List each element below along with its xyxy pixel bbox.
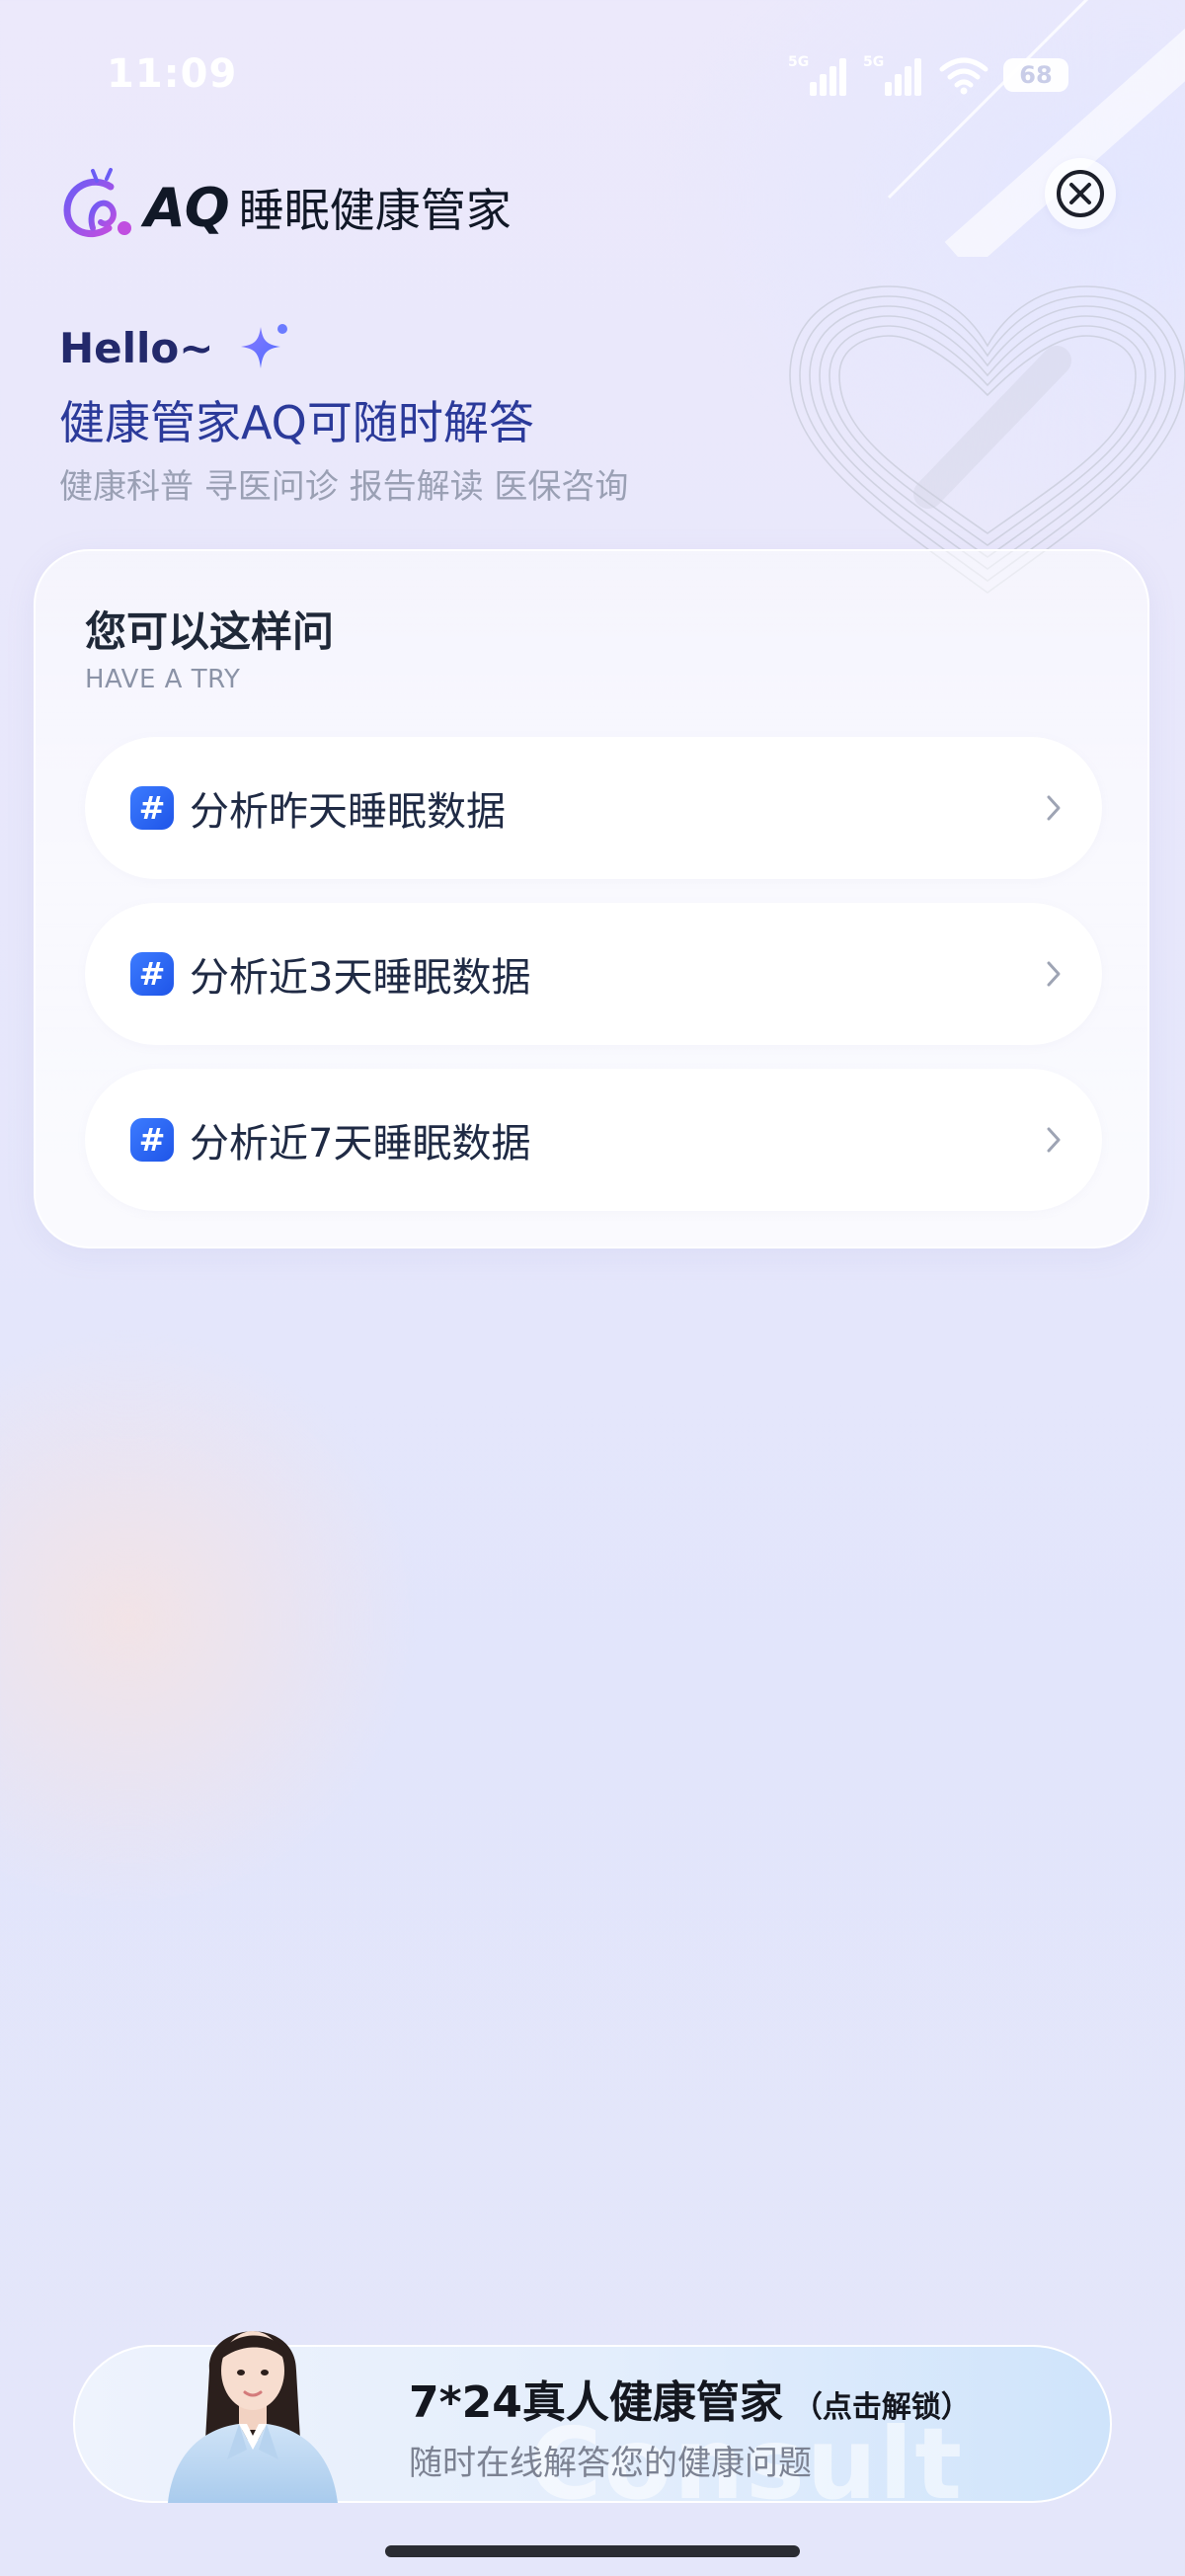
chevron-right-icon <box>1047 961 1061 987</box>
banner-title-row: 7*24真人健康管家 （点击解锁） <box>409 2367 971 2430</box>
suggestion-label: 分析近7天睡眠数据 <box>190 1121 531 1167</box>
try-card-title: 您可以这样问 <box>85 607 335 656</box>
hello-row: Hello~ <box>59 316 628 379</box>
status-time: 11:09 <box>107 51 238 97</box>
network-1-label: 5G <box>788 54 809 70</box>
app-header: AQ 睡眠健康管家 <box>57 158 512 257</box>
chevron-right-icon <box>1047 795 1061 821</box>
greeting-subtitle: 健康管家AQ可随时解答 <box>59 396 534 449</box>
hashtag-icon: # <box>130 786 174 830</box>
app-title: 睡眠健康管家 <box>238 184 512 237</box>
chevron-right-icon <box>1047 1127 1061 1153</box>
suggestion-label: 分析昨天睡眠数据 <box>190 789 506 835</box>
sparkle-icon <box>241 324 288 368</box>
close-icon <box>1057 170 1104 217</box>
try-card-subtitle: HAVE A TRY <box>85 665 241 694</box>
decorative-lines <box>887 0 1185 257</box>
advisor-avatar <box>168 2331 338 2503</box>
hashtag-icon: # <box>130 1118 174 1162</box>
suggestion-item[interactable]: # 分析近3天睡眠数据 <box>85 903 1102 1045</box>
app-title-prefix: AQ <box>144 176 230 239</box>
greeting-topics: 健康科普 寻医问诊 报告解读 医保咨询 <box>59 467 629 507</box>
hello-text: Hello~ <box>59 323 214 372</box>
suggestion-label: 分析近3天睡眠数据 <box>190 955 531 1001</box>
banner-subtitle: 随时在线解答您的健康问题 <box>409 2444 812 2483</box>
close-button[interactable] <box>1045 158 1116 229</box>
suggestion-item[interactable]: # 分析近7天睡眠数据 <box>85 1069 1102 1211</box>
greeting-section: Hello~ 健康管家AQ可随时解答 健康科普 寻医问诊 报告解读 医保咨询 <box>59 316 628 512</box>
hashtag-icon: # <box>130 952 174 996</box>
suggestion-item[interactable]: # 分析昨天睡眠数据 <box>85 737 1102 879</box>
banner-title: 7*24真人健康管家 <box>409 2377 783 2428</box>
logo-icon <box>63 168 131 238</box>
banner-unlock-hint: （点击解锁） <box>792 2390 971 2425</box>
try-card: 您可以这样问 HAVE A TRY # 分析昨天睡眠数据 # 分析近3天睡眠数据… <box>34 549 1149 1248</box>
home-indicator[interactable] <box>385 2545 800 2557</box>
